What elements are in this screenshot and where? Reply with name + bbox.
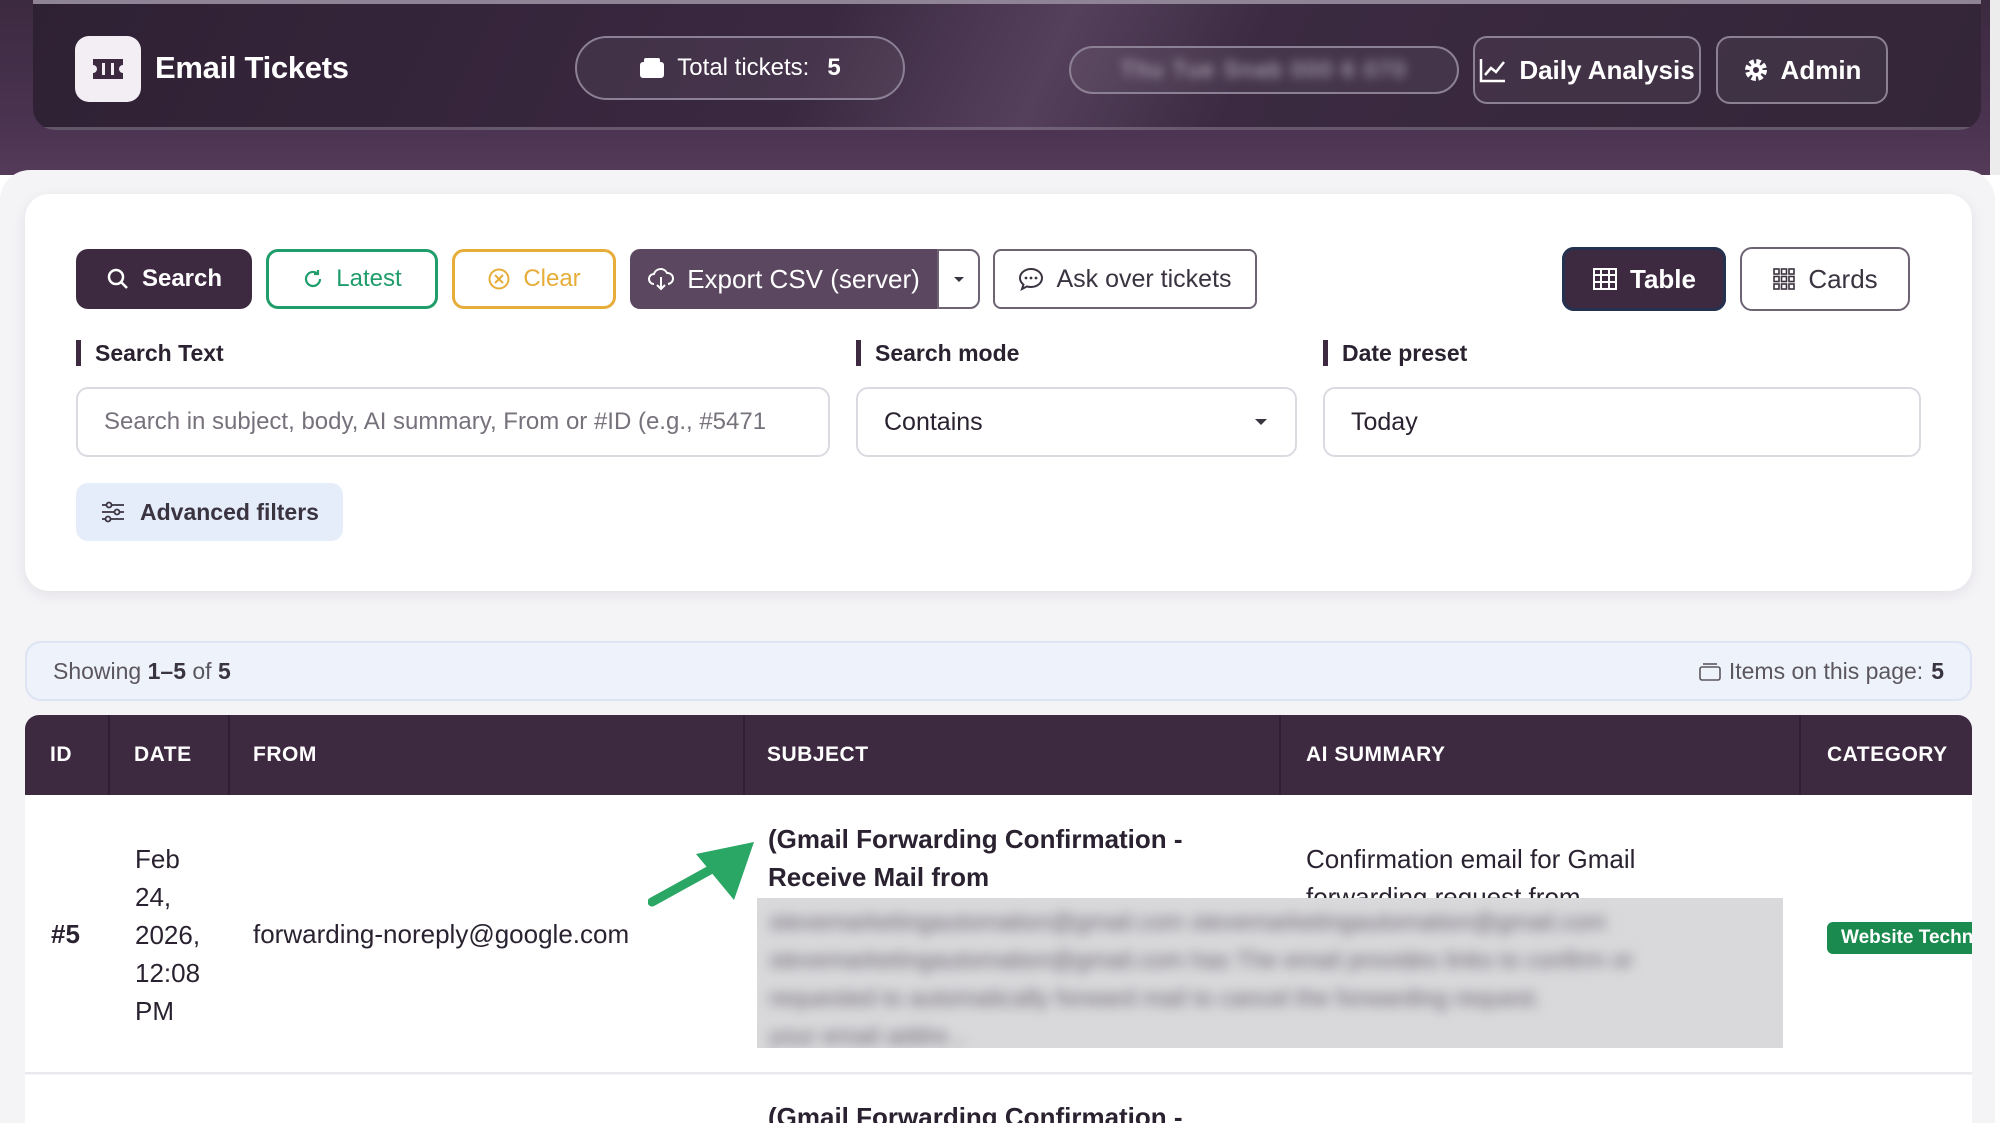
column-separator	[1799, 715, 1801, 795]
category-badge-clip: Website Technical	[1827, 915, 1972, 960]
column-header-from[interactable]: FROM	[253, 715, 317, 795]
subject-line: Receive Mail from	[768, 862, 990, 892]
daily-analysis-label: Daily Analysis	[1519, 54, 1695, 85]
showing-total: 5	[217, 657, 231, 684]
search-button-label: Search	[141, 265, 223, 292]
items-on-page: Items on this page: 5	[1699, 658, 1944, 685]
clear-button[interactable]: Clear	[452, 249, 616, 309]
search-mode-value: Contains	[884, 407, 983, 436]
date-line: 2026,	[135, 920, 201, 950]
cards-view-toggle[interactable]: Cards	[1740, 247, 1910, 311]
table-view-toggle[interactable]: Table	[1562, 247, 1726, 311]
ticket-from: forwarding-noreply@google.com	[253, 919, 630, 949]
ask-over-tickets-label: Ask over tickets	[1056, 264, 1232, 293]
latest-button[interactable]: Latest	[266, 249, 438, 309]
total-tickets-pill: Total tickets: 5	[575, 36, 905, 100]
line-chart-icon	[1480, 59, 1506, 83]
redacted-line: stevemarketingautomation@gmail.com steve…	[769, 909, 1607, 936]
sliders-icon	[102, 501, 125, 523]
caret-down-icon	[1255, 419, 1267, 425]
column-separator	[228, 715, 230, 795]
column-separator	[108, 715, 110, 795]
admin-button[interactable]: Admin	[1716, 36, 1888, 104]
date-preset-select[interactable]: Today	[1323, 387, 1921, 457]
column-header-category[interactable]: CATEGORY	[1827, 715, 1948, 795]
app-title: Email Tickets	[155, 50, 349, 85]
advanced-filters-label: Advanced filters	[140, 498, 319, 525]
items-on-page-label: Items on this page:	[1728, 657, 1924, 684]
showing-range: Showing 1–5 of 5	[53, 658, 231, 685]
table-header: ID DATE FROM SUBJECT AI SUMMARY CATEGORY	[25, 715, 1972, 795]
subject-line: (Gmail Forwarding Confirmation -	[768, 824, 1183, 854]
results-summary-bar: Showing 1–5 of 5 Items on this page: 5	[25, 641, 1972, 701]
export-csv-label: Export CSV (server)	[687, 263, 920, 294]
showing-prefix: Showing	[53, 657, 142, 684]
daily-analysis-button[interactable]: Daily Analysis	[1473, 36, 1701, 104]
column-separator	[1279, 715, 1281, 795]
date-line: Feb	[135, 844, 180, 874]
ticket-id: #5	[51, 919, 80, 949]
admin-label: Admin	[1780, 54, 1862, 85]
column-header-subject[interactable]: SUBJECT	[767, 715, 869, 795]
showing-of: of	[192, 657, 212, 684]
refresh-icon	[305, 270, 322, 288]
redacted-content: stevemarketingautomation@gmail.com steve…	[757, 898, 1783, 1048]
annotation-arrow-icon	[648, 842, 754, 907]
date-preset-label: Date preset	[1323, 340, 1467, 366]
ticket-subject[interactable]: (Gmail Forwarding Confirmation -	[768, 1098, 1183, 1123]
date-line: 24,	[135, 882, 172, 912]
header-divider	[33, 127, 1981, 130]
clear-button-label: Clear	[523, 265, 581, 292]
search-text-input[interactable]: Search in subject, body, AI summary, Fro…	[76, 387, 830, 457]
blurred-text: Thu Tue Snab 000 6 070	[1120, 57, 1408, 82]
grid-icon	[1773, 268, 1796, 290]
app-header: Email Tickets Total tickets: 5 Thu Tue S…	[33, 0, 1981, 130]
caret-down-icon	[953, 277, 964, 282]
date-preset-value: Today	[1351, 407, 1418, 436]
column-header-date[interactable]: DATE	[134, 715, 192, 795]
summary-line: Confirmation email for Gmail	[1306, 844, 1636, 874]
clear-circle-icon	[488, 268, 510, 290]
search-button[interactable]: Search	[76, 249, 252, 309]
date-line: PM	[135, 996, 174, 1026]
redacted-line: requested to automatically forward mail …	[769, 985, 1542, 1012]
advanced-filters-button[interactable]: Advanced filters	[76, 483, 343, 541]
table-icon	[1593, 268, 1617, 290]
stack-icon	[1699, 663, 1721, 681]
blurred-info-pill: Thu Tue Snab 000 6 070	[1069, 46, 1459, 94]
category-badge: Website Technical	[1827, 922, 1972, 954]
redacted-line: stevemarketingautomation@gmail.com has T…	[769, 947, 1634, 974]
items-on-page-value: 5	[1931, 657, 1944, 684]
column-header-ai-summary[interactable]: AI SUMMARY	[1306, 715, 1446, 795]
column-header-id[interactable]: ID	[50, 715, 72, 795]
window-edge	[1990, 0, 2000, 175]
table-view-label: Table	[1630, 263, 1696, 294]
gear-icon	[1744, 59, 1767, 81]
cloud-download-icon	[648, 268, 675, 291]
total-tickets-label: Total tickets:	[677, 54, 810, 81]
total-tickets-value: 5	[827, 54, 841, 81]
search-text-placeholder: Search in subject, body, AI summary, Fro…	[104, 408, 767, 435]
chat-bubble-icon	[1019, 267, 1044, 291]
search-icon	[107, 268, 128, 289]
ask-over-tickets-button[interactable]: Ask over tickets	[993, 249, 1257, 309]
latest-button-label: Latest	[336, 265, 402, 292]
inbox-icon	[640, 58, 665, 78]
search-mode-select[interactable]: Contains	[856, 387, 1297, 457]
ticket-subject[interactable]: (Gmail Forwarding Confirmation - Receive…	[768, 820, 1183, 896]
export-csv-button[interactable]: Export CSV (server)	[630, 249, 937, 309]
date-line: 12:08	[135, 958, 201, 988]
search-text-label: Search Text	[76, 340, 224, 366]
redacted-line: your email addre...	[769, 1023, 968, 1048]
showing-range-value: 1–5	[147, 657, 186, 684]
cards-view-label: Cards	[1808, 263, 1878, 294]
ticket-date: Feb 24, 2026, 12:08 PM	[135, 840, 200, 1030]
search-mode-label: Search mode	[856, 340, 1019, 366]
column-separator	[743, 715, 745, 795]
redacted-text: stevemarketingautomation@gmail.com steve…	[757, 898, 1783, 1048]
export-options-dropdown[interactable]	[937, 249, 980, 309]
ticket-logo-icon	[75, 36, 141, 102]
